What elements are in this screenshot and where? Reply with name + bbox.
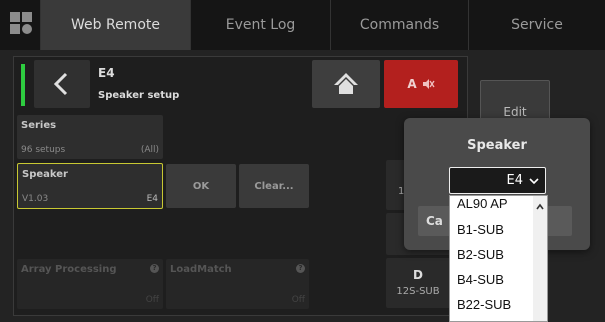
array-processing-cell: Array Processing ? Off (17, 259, 163, 309)
channel-speaker: 12S-SUB (396, 286, 440, 297)
dropdown-option[interactable]: B1-SUB (457, 222, 504, 237)
speaker-value: E4 (146, 194, 158, 204)
mute-button[interactable]: A (384, 60, 458, 108)
channel-letter: D (413, 268, 423, 282)
clear-button[interactable]: Clear... (239, 164, 309, 208)
ok-button[interactable]: OK (166, 164, 236, 208)
speaker-dropdown-list[interactable]: AL90 AP B1-SUB B2-SUB B4-SUB B22-SUB (449, 195, 548, 322)
back-button[interactable] (34, 60, 90, 108)
series-label: Series (21, 120, 57, 131)
tab-commands[interactable]: Commands (330, 0, 468, 50)
dialog-title: Speaker (467, 138, 527, 153)
info-icon: ? (296, 264, 305, 273)
page-subtitle: Speaker setup (98, 90, 180, 101)
array-processing-label: Array Processing (21, 264, 117, 275)
series-selector[interactable]: Series 96 setups (All) (17, 115, 163, 159)
loadmatch-cell: LoadMatch ? Off (166, 259, 309, 309)
dropdown-scrollbar[interactable] (533, 196, 547, 321)
app-logo-icon[interactable] (0, 0, 40, 50)
mute-label: A (407, 77, 417, 91)
speaker-select[interactable]: E4 (449, 167, 546, 194)
dropdown-option[interactable]: B2-SUB (457, 247, 504, 262)
speaker-label: Speaker (22, 169, 68, 180)
speaker-selector[interactable]: Speaker V1.03 E4 (17, 163, 163, 209)
speaker-version: V1.03 (22, 194, 49, 204)
scroll-up-arrow-icon[interactable] (533, 200, 547, 214)
tab-event-log[interactable]: Event Log (190, 0, 330, 50)
array-processing-value: Off (145, 295, 159, 305)
tab-service[interactable]: Service (468, 0, 605, 50)
series-filter: (All) (140, 145, 159, 155)
dropdown-option[interactable]: B22-SUB (457, 297, 511, 312)
tab-web-remote[interactable]: Web Remote (40, 0, 190, 50)
dropdown-option[interactable]: B4-SUB (457, 272, 504, 287)
info-icon: ? (150, 264, 159, 273)
loadmatch-value: Off (291, 295, 305, 305)
home-button[interactable] (312, 60, 380, 108)
chevron-down-icon (529, 177, 539, 184)
home-icon (334, 73, 358, 94)
dropdown-option[interactable]: AL90 AP (457, 196, 508, 211)
device-name: E4 (98, 66, 115, 80)
chevron-left-icon (53, 72, 68, 96)
top-nav-bar: Web Remote Event Log Commands Service (0, 0, 605, 50)
channel-cell-d[interactable]: D 12S-SUB (386, 258, 456, 308)
speaker-select-value: E4 (506, 173, 524, 188)
loadmatch-label: LoadMatch (170, 264, 232, 275)
status-indicator (21, 64, 25, 106)
speaker-muted-icon (422, 79, 435, 89)
series-count: 96 setups (21, 145, 66, 155)
